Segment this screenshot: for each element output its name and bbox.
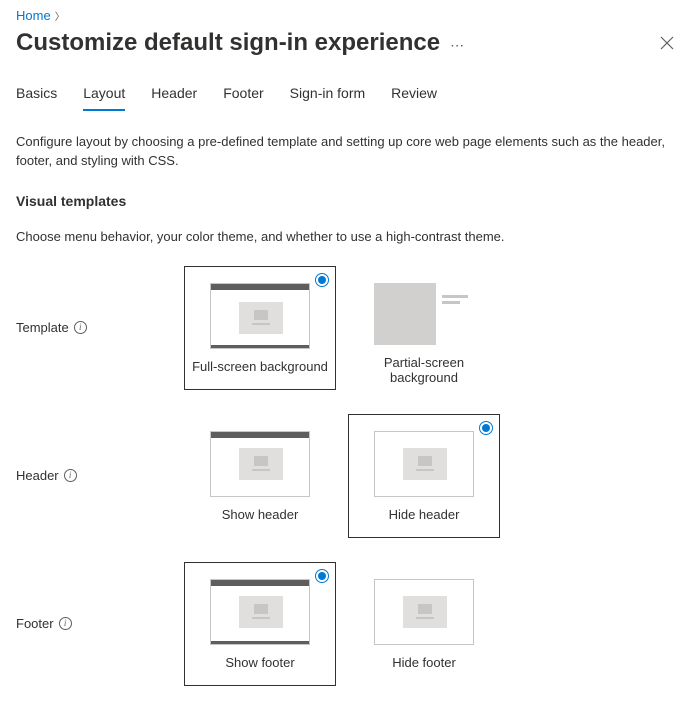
thumbnail-show-header [210, 431, 310, 497]
template-options: Full-screen background Partial-screen ba… [184, 266, 500, 390]
radio-selected-icon [479, 421, 493, 435]
template-label: Template i [16, 320, 184, 335]
thumbnail-hide-header [374, 431, 474, 497]
info-icon[interactable]: i [74, 321, 87, 334]
template-label-text: Template [16, 320, 69, 335]
close-button[interactable] [660, 36, 674, 50]
tab-signin-form[interactable]: Sign-in form [290, 85, 365, 111]
tab-bar: Basics Layout Header Footer Sign-in form… [16, 85, 674, 111]
breadcrumb-home-link[interactable]: Home [16, 8, 51, 23]
tab-review[interactable]: Review [391, 85, 437, 111]
template-option-partial[interactable]: Partial-screen background [348, 266, 500, 390]
header-options: Show header Hide header [184, 414, 500, 538]
template-option-fullscreen[interactable]: Full-screen background [184, 266, 336, 390]
radio-selected-icon [315, 273, 329, 287]
header-label-text: Header [16, 468, 59, 483]
more-actions-button[interactable]: ⋯ [450, 37, 465, 54]
header-option-label: Show header [222, 507, 299, 522]
close-icon [660, 36, 674, 50]
thumbnail-partial [374, 283, 474, 345]
layout-description: Configure layout by choosing a pre-defin… [16, 133, 674, 171]
header-option-show[interactable]: Show header [184, 414, 336, 538]
header-option-hide[interactable]: Hide header [348, 414, 500, 538]
thumbnail-fullscreen [210, 283, 310, 349]
thumbnail-show-footer [210, 579, 310, 645]
footer-label: Footer i [16, 616, 184, 631]
info-icon[interactable]: i [59, 617, 72, 630]
template-row: Template i Full-screen background Partia… [16, 266, 674, 390]
header-row: Header i Show header Hide header [16, 414, 674, 538]
template-option-label: Partial-screen background [355, 355, 493, 385]
footer-options: Show footer Hide footer [184, 562, 500, 686]
footer-row: Footer i Show footer Hide footer [16, 562, 674, 686]
header-option-label: Hide header [389, 507, 460, 522]
info-icon[interactable]: i [64, 469, 77, 482]
page-title-text: Customize default sign-in experience [16, 29, 440, 57]
footer-option-label: Hide footer [392, 655, 456, 670]
tab-layout[interactable]: Layout [83, 85, 125, 111]
title-bar: Customize default sign-in experience ⋯ [16, 29, 674, 57]
footer-option-hide[interactable]: Hide footer [348, 562, 500, 686]
thumbnail-hide-footer [374, 579, 474, 645]
page-title: Customize default sign-in experience [16, 29, 440, 57]
radio-selected-icon [315, 569, 329, 583]
template-option-label: Full-screen background [192, 359, 328, 374]
footer-option-show[interactable]: Show footer [184, 562, 336, 686]
tab-footer[interactable]: Footer [223, 85, 263, 111]
visual-templates-heading: Visual templates [16, 193, 674, 209]
footer-label-text: Footer [16, 616, 54, 631]
visual-templates-subtitle: Choose menu behavior, your color theme, … [16, 229, 674, 244]
tab-basics[interactable]: Basics [16, 85, 57, 111]
chevron-right-icon: 〉 [55, 8, 65, 23]
breadcrumb: Home 〉 [16, 8, 674, 23]
tab-header[interactable]: Header [151, 85, 197, 111]
header-label: Header i [16, 468, 184, 483]
footer-option-label: Show footer [225, 655, 294, 670]
